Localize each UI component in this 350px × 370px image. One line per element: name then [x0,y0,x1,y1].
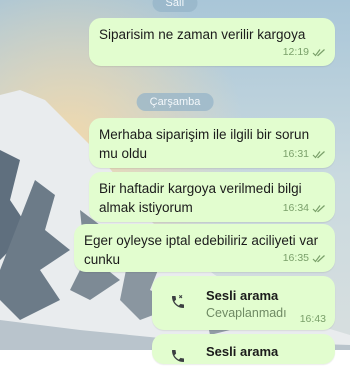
message-time: 16:35 [282,252,309,264]
message-meta: 12:19 [283,43,326,62]
call-title: Sesli arama [206,288,279,303]
double-check-icon [312,49,325,57]
phone-icon [164,342,192,370]
message-meta: 16:34 [283,199,326,218]
message-bubble[interactable]: Siparisim ne zaman verilir kargoya 12:19 [89,18,335,66]
message-time: 16:31 [282,148,309,160]
message-bubble[interactable]: Merhaba siparişim ile ilgili bir sorun m… [89,118,335,168]
message-bubble[interactable]: Eger oyleyse iptal edebiliriz aciliyeti … [74,224,335,272]
day-label-partial: Salı [152,0,198,12]
message-meta: 16:31 [283,145,326,164]
message-bubble[interactable]: Bir haftadir kargoya verilmedi bilgi alm… [89,172,335,222]
message-text: Siparisim ne zaman verilir kargoya [99,27,306,42]
double-check-icon [312,205,325,213]
day-label: Çarşamba [136,93,214,111]
message-time: 16:34 [282,202,309,214]
message-time: 12:19 [282,46,309,58]
call-title: Sesli arama [206,344,279,359]
double-check-icon [312,151,325,159]
phone-icon [164,288,192,316]
call-status: Cevaplanmadı [206,306,287,320]
double-check-icon [312,255,325,263]
call-time: 16:43 [299,313,326,325]
missed-call-bubble[interactable]: Sesli arama Cevaplanmadı 16:43 [152,276,335,330]
message-meta: 16:35 [283,249,326,268]
chat-list[interactable]: Salı Siparisim ne zaman verilir kargoya … [0,0,350,364]
missed-call-bubble[interactable]: Sesli arama [152,334,335,364]
